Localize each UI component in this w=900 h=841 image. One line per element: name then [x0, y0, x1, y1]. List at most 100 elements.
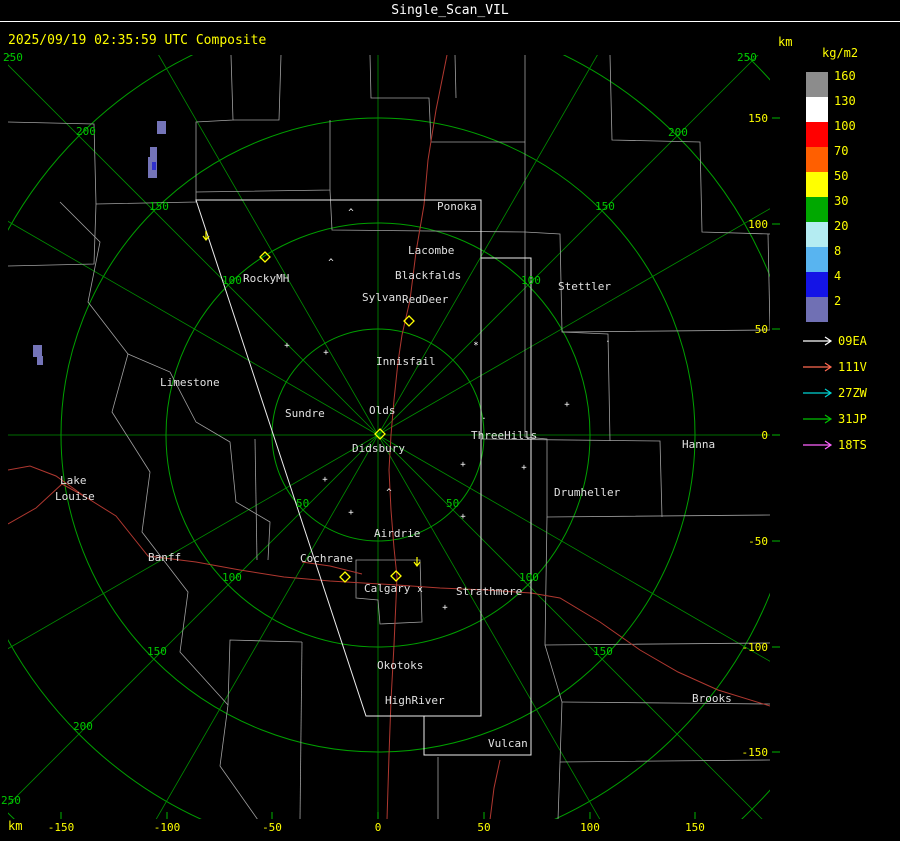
- scale-swatch: [806, 172, 828, 197]
- town-mark: +: [348, 508, 354, 518]
- radar-site-marker: [339, 571, 351, 583]
- county-boundary: [524, 436, 770, 518]
- city-label: Didsbury: [352, 442, 405, 455]
- scale-swatch: [806, 272, 828, 297]
- scale-swatch: [806, 72, 828, 97]
- scale-row: 50: [806, 169, 900, 197]
- scale-row: 20: [806, 219, 900, 247]
- town-mark: +: [322, 475, 328, 485]
- bottom-axis-label: 50: [477, 821, 490, 834]
- city-label: Airdrie: [374, 527, 420, 540]
- range-ring-label: 100: [519, 571, 539, 584]
- range-ring-label: 50: [446, 497, 459, 510]
- county-boundary: [329, 189, 526, 233]
- city-label: Olds: [369, 404, 396, 417]
- county-boundary: [557, 761, 561, 819]
- precip-echo: [33, 345, 42, 357]
- scale-row: 70: [806, 144, 900, 172]
- county-boundary: [8, 55, 234, 267]
- city-label: Innisfail: [376, 355, 436, 368]
- bottom-axis-label: -100: [154, 821, 181, 834]
- town-mark: +: [521, 463, 527, 473]
- right-axis-label: -100: [742, 641, 769, 654]
- scale-value: 8: [834, 244, 842, 258]
- window-title: Single_Scan_VIL: [391, 3, 509, 18]
- map-layer: ^ ^ + + * + + + + + + ^ x +.. Ponoka Lacombe Blackfalds S…: [8, 55, 770, 819]
- county-boundary: [254, 438, 258, 561]
- town-mark: .: [605, 335, 610, 345]
- bottom-axis-label: -50: [262, 821, 282, 834]
- city-label: HighRiver: [385, 694, 445, 707]
- scale-swatch: [806, 297, 828, 322]
- azimuth-line: [377, 55, 759, 436]
- town-mark: +: [460, 512, 466, 522]
- bottom-axis-label: 150: [685, 821, 705, 834]
- track-row: 09EA: [802, 328, 900, 354]
- scale-value: 160: [834, 69, 856, 83]
- city-label: Lake: [60, 474, 87, 487]
- scale-value: 4: [834, 269, 842, 283]
- km-unit-top: km: [778, 35, 793, 49]
- county-boundary: [544, 516, 770, 646]
- legend-unit-label: kg/m2: [822, 46, 859, 60]
- km-unit-bottom: km: [8, 819, 23, 833]
- right-axis-label: 50: [755, 323, 768, 336]
- city-label: RedDeer: [402, 293, 449, 306]
- right-axis-label: 100: [748, 218, 768, 231]
- azimuth-line: [377, 434, 601, 819]
- county-boundary: [561, 701, 770, 705]
- legend-panel: kg/m2 160 130 100 70 50 30 20 8 4 2 09EA 111V 27ZW 3…: [800, 46, 900, 458]
- range-ring-label: 150: [147, 645, 167, 658]
- scale-value: 2: [834, 294, 842, 308]
- scale-value: 20: [834, 219, 849, 233]
- town-mark: ^: [348, 208, 354, 218]
- range-ring-label: 50: [296, 497, 309, 510]
- town-mark: +: [460, 460, 466, 470]
- scale-value: 100: [834, 119, 856, 133]
- azimuth-line: [377, 55, 598, 436]
- range-ring-label: 150: [593, 645, 613, 658]
- county-boundary: [369, 55, 525, 143]
- town-mark: ^: [386, 488, 392, 498]
- county-boundary: [227, 639, 303, 706]
- range-ring-label: 100: [222, 274, 242, 287]
- precip-echo: [150, 147, 157, 157]
- city-label: Stettler: [558, 280, 611, 293]
- scale-value: 50: [834, 169, 849, 183]
- scale-value: 70: [834, 144, 849, 158]
- scale-swatch: [806, 97, 828, 122]
- scale-swatch: [806, 222, 828, 247]
- city-label: Banff: [148, 551, 181, 564]
- right-axis-label: 150: [748, 112, 768, 125]
- county-boundary: [233, 55, 282, 121]
- bottom-axis-label: 100: [580, 821, 600, 834]
- track-arrow-icon: [803, 388, 833, 398]
- range-ring-label: 200: [73, 720, 93, 733]
- city-label: Ponoka: [437, 200, 477, 213]
- range-ring-label: 200: [76, 125, 96, 138]
- scale-row: 30: [806, 195, 900, 222]
- track-id: 18TS: [838, 438, 867, 452]
- town-mark: .: [481, 412, 486, 422]
- track-id: 111V: [838, 360, 867, 374]
- arrow-shape: [803, 440, 833, 450]
- track-arrow-icon: [803, 440, 833, 450]
- radar-canvas[interactable]: ^ ^ + + * + + + + + + ^ x +.. Ponoka Lacombe Blackfalds S…: [0, 0, 900, 841]
- precip-echo: [152, 162, 156, 170]
- azimuth-line: [158, 55, 379, 436]
- arrow-shape: [803, 388, 833, 398]
- track-id: 09EA: [838, 334, 867, 348]
- city-label: Brooks: [692, 692, 732, 705]
- scan-timestamp: 2025/09/19 02:35:59 UTC Composite: [8, 33, 267, 48]
- city-label: Calgary: [364, 582, 411, 595]
- town-mark: +: [442, 603, 448, 613]
- town-mark: +: [323, 348, 329, 358]
- range-ring-label: 150: [595, 200, 615, 213]
- storm-vector-arrow: [413, 557, 421, 567]
- track-id: 31JP: [838, 412, 867, 426]
- county-boundary: [609, 55, 770, 235]
- scan-extent-outline: [423, 257, 532, 756]
- color-scale: 160 130 100 70 50 30 20 8 4 2: [800, 69, 900, 322]
- city-label: Strathmore: [456, 585, 522, 598]
- track-row: 27ZW: [802, 380, 900, 406]
